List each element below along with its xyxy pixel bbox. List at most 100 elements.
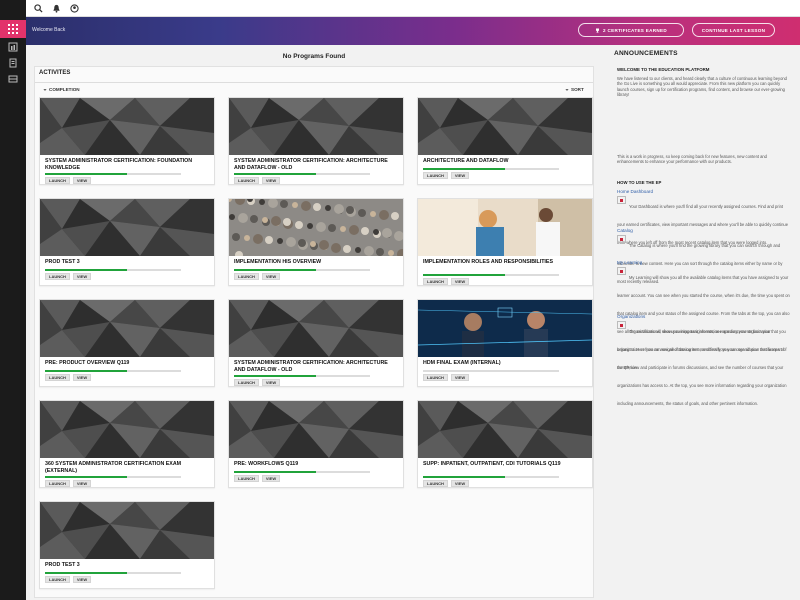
launch-button[interactable]: LAUNCH [423, 480, 448, 487]
card-thumbnail[interactable] [229, 401, 403, 458]
card-thumbnail[interactable] [40, 199, 214, 256]
view-button[interactable]: VIEW [72, 374, 92, 381]
organizations-thumb-icon [617, 321, 626, 329]
activities-divider [35, 82, 593, 83]
card-thumbnail[interactable] [418, 401, 592, 458]
activity-card[interactable]: IMPLEMENTATION HIS OVERVIEW LAUNCH VIEW [228, 198, 404, 286]
view-button[interactable]: VIEW [72, 177, 92, 184]
activity-card[interactable]: PRE: WORKFLOWS Q119 LAUNCH VIEW [228, 400, 404, 488]
bell-icon[interactable] [52, 4, 61, 13]
launch-button[interactable]: LAUNCH [45, 576, 70, 583]
grid-icon [8, 24, 18, 34]
progress-bar [45, 173, 181, 175]
section-heading-organizations[interactable]: Organizations [617, 314, 645, 319]
view-button[interactable]: VIEW [72, 273, 92, 280]
section-heading-home-dashboard[interactable]: Home Dashboard [617, 189, 653, 194]
activity-card[interactable]: IMPLEMENTATION ROLES AND RESPONSIBILITIE… [417, 198, 593, 286]
card-thumbnail[interactable] [229, 300, 403, 357]
card-title: PROD TEST 3 [45, 259, 80, 265]
card-thumbnail[interactable] [418, 98, 592, 155]
howto-heading: HOW TO USE THE EP [617, 180, 662, 185]
activity-card[interactable]: ARCHITECTURE AND DATAFLOW LAUNCH VIEW [417, 97, 593, 185]
organizations-icon[interactable] [8, 74, 18, 84]
launch-button[interactable]: LAUNCH [234, 379, 259, 386]
activity-card[interactable]: SYSTEM ADMINISTRATOR CERTIFICATION: ARCH… [228, 299, 404, 387]
activity-card[interactable]: PRE: PRODUCT OVERVIEW Q119 LAUNCH VIEW [39, 299, 215, 387]
launch-button[interactable]: LAUNCH [423, 374, 448, 381]
card-actions: LAUNCH VIEW [45, 273, 92, 280]
view-button[interactable]: VIEW [450, 480, 470, 487]
card-title: HDM FINAL EXAM (INTERNAL) [423, 360, 501, 366]
activity-card[interactable]: 360 SYSTEM ADMINISTRATOR CERTIFICATION E… [39, 400, 215, 488]
card-thumbnail[interactable] [40, 98, 214, 155]
sort-dropdown[interactable]: SORT [565, 87, 584, 92]
card-title: 360 SYSTEM ADMINISTRATOR CERTIFICATION E… [45, 461, 182, 474]
activity-card[interactable]: PROD TEST 3 LAUNCH VIEW [39, 501, 215, 589]
apps-grid-button[interactable] [0, 20, 26, 38]
card-thumbnail[interactable] [229, 199, 403, 256]
card-title: ARCHITECTURE AND DATAFLOW [423, 158, 509, 164]
section-heading-catalog[interactable]: Catalog [617, 228, 633, 233]
launch-button[interactable]: LAUNCH [45, 374, 70, 381]
card-thumbnail[interactable] [40, 300, 214, 357]
card-actions: LAUNCH VIEW [423, 278, 470, 285]
view-button[interactable]: VIEW [261, 273, 281, 280]
progress-bar [45, 476, 181, 478]
card-title: SYSTEM ADMINISTRATOR CERTIFICATION: ARCH… [234, 360, 388, 373]
certificates-earned-button[interactable]: 2 CERTIFICATES EARNED [578, 23, 684, 37]
launch-button[interactable]: LAUNCH [234, 273, 259, 280]
launch-button[interactable]: LAUNCH [234, 177, 259, 184]
card-thumbnail[interactable] [40, 502, 214, 559]
launch-button[interactable]: LAUNCH [45, 273, 70, 280]
activity-card[interactable]: SYSTEM ADMINISTRATOR CERTIFICATION: FOUN… [39, 97, 215, 185]
completion-filter[interactable]: COMPLETION [43, 87, 80, 92]
catalog-icon[interactable] [8, 58, 18, 68]
launch-button[interactable]: LAUNCH [45, 480, 70, 487]
left-nav-rail [0, 0, 26, 600]
card-thumbnail[interactable] [40, 401, 214, 458]
progress-fill [423, 168, 505, 170]
view-button[interactable]: VIEW [72, 480, 92, 487]
progress-fill [423, 274, 505, 276]
search-icon[interactable] [34, 3, 43, 13]
progress-fill [234, 173, 316, 175]
section-heading-my-learning[interactable]: My Learning [617, 260, 642, 265]
launch-button[interactable]: LAUNCH [423, 278, 448, 285]
progress-fill [234, 375, 316, 377]
card-title: IMPLEMENTATION HIS OVERVIEW [234, 259, 322, 265]
completion-label: COMPLETION [49, 87, 80, 92]
activity-card[interactable]: PROD TEST 3 LAUNCH VIEW [39, 198, 215, 286]
launch-button[interactable]: LAUNCH [45, 177, 70, 184]
view-button[interactable]: VIEW [261, 177, 281, 184]
card-thumbnail[interactable] [418, 199, 592, 256]
progress-bar [234, 173, 370, 175]
activity-card[interactable]: SYSTEM ADMINISTRATOR CERTIFICATION: ARCH… [228, 97, 404, 185]
trophy-icon [596, 28, 600, 33]
dashboard-icon[interactable] [8, 42, 18, 52]
activity-card[interactable]: HDM FINAL EXAM (INTERNAL) LAUNCH VIEW [417, 299, 593, 387]
card-thumbnail[interactable] [229, 98, 403, 155]
view-button[interactable]: VIEW [261, 475, 281, 482]
card-actions: LAUNCH VIEW [45, 480, 92, 487]
note-text: This is a work in progress, so keep comi… [617, 154, 767, 165]
user-icon[interactable] [70, 3, 79, 13]
view-button[interactable]: VIEW [72, 576, 92, 583]
card-actions: LAUNCH VIEW [423, 172, 470, 179]
activity-card[interactable]: SUPP: INPATIENT, OUTPATIENT, CDI TUTORIA… [417, 400, 593, 488]
card-title: PRE: PRODUCT OVERVIEW Q119 [45, 360, 130, 366]
continue-last-lesson-button[interactable]: CONTINUE LAST LESSON [692, 23, 775, 37]
card-title: SYSTEM ADMINISTRATOR CERTIFICATION: FOUN… [45, 158, 193, 171]
view-button[interactable]: VIEW [450, 374, 470, 381]
announcements-title: ANNOUNCEMENTS [614, 50, 678, 57]
view-button[interactable]: VIEW [450, 172, 470, 179]
dashboard-thumb-icon [617, 196, 626, 204]
launch-button[interactable]: LAUNCH [423, 172, 448, 179]
view-button[interactable]: VIEW [261, 379, 281, 386]
card-thumbnail[interactable] [418, 300, 592, 357]
launch-button[interactable]: LAUNCH [234, 475, 259, 482]
chevron-down-icon [43, 88, 47, 91]
announcements-panel: ANNOUNCEMENTS WELCOME TO THE EDUCATION P… [614, 50, 794, 598]
view-button[interactable]: VIEW [450, 278, 470, 285]
progress-bar [234, 471, 370, 473]
progress-fill [45, 269, 127, 271]
